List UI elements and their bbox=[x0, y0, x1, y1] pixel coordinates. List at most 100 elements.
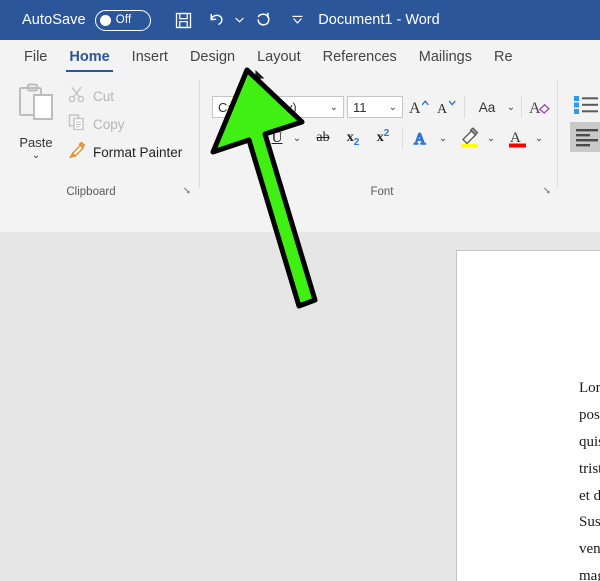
mouse-cursor-icon bbox=[254, 68, 268, 88]
font-sep-3 bbox=[402, 127, 403, 149]
title-bar: AutoSave Off Document1 - Word bbox=[0, 0, 600, 40]
superscript-sup: 2 bbox=[383, 128, 390, 139]
ribbon: Paste ⌄ Cut Copy Format Painter Clipboar… bbox=[0, 74, 600, 203]
ribbon-tab-strip: File Home Insert Design Layout Reference… bbox=[0, 40, 600, 74]
shrink-font-button[interactable]: A bbox=[434, 95, 460, 119]
tab-file[interactable]: File bbox=[13, 40, 58, 74]
change-case-chevron-down-icon[interactable]: ⌄ bbox=[504, 95, 518, 119]
font-sep-1 bbox=[464, 96, 465, 118]
underline-button[interactable]: U bbox=[266, 126, 288, 150]
grow-font-button[interactable]: A bbox=[406, 95, 432, 119]
format-painter-label: Format Painter bbox=[93, 144, 183, 160]
paste-icon bbox=[16, 82, 56, 131]
autosave-label: AutoSave bbox=[22, 12, 86, 28]
font-color-chevron-down-icon[interactable]: ⌄ bbox=[532, 126, 546, 150]
text-effects-chevron-down-icon[interactable]: ⌄ bbox=[436, 126, 450, 150]
strikethrough-label: ab bbox=[316, 130, 330, 145]
align-left-button[interactable] bbox=[570, 122, 600, 152]
quick-access-toolbar bbox=[169, 5, 305, 35]
superscript-button[interactable]: x2 bbox=[370, 126, 396, 150]
document-canvas: Lor pos quis trist et d Sus ven mag bbox=[0, 232, 600, 581]
change-case-button[interactable]: Aa bbox=[470, 95, 504, 119]
paragraph-2[interactable]: Sus ven mag bbox=[579, 509, 600, 581]
clipboard-dialog-launcher[interactable]: ⭨ bbox=[184, 186, 191, 197]
font-name-chevron-down-icon[interactable]: ⌄ bbox=[325, 102, 343, 113]
font-size-chevron-down-icon[interactable]: ⌄ bbox=[384, 102, 402, 113]
customize-qat-icon[interactable] bbox=[291, 5, 305, 35]
font-size-value: 11 bbox=[353, 99, 367, 115]
undo-dropdown-chevron-icon[interactable] bbox=[233, 5, 247, 35]
clipboard-group-label: Clipboard bbox=[66, 186, 116, 198]
tab-home[interactable]: Home bbox=[58, 40, 120, 74]
tab-mailings[interactable]: Mailings bbox=[408, 40, 483, 74]
ribbon-group-font: Calibri (Body) ⌄ 11 ⌄ A A Aa ⌄ A B I U ⌄… bbox=[206, 74, 558, 202]
paste-button[interactable]: Paste ⌄ bbox=[8, 82, 64, 168]
font-group-label: Font bbox=[370, 186, 394, 198]
paragraph-1-line-1: Lor bbox=[579, 380, 600, 396]
paragraph-1[interactable]: Lor pos quis trist et d bbox=[579, 375, 600, 510]
cut-label: Cut bbox=[93, 88, 115, 104]
undo-icon[interactable] bbox=[201, 5, 231, 35]
tab-design[interactable]: Design bbox=[179, 40, 246, 74]
copy-button[interactable]: Copy bbox=[68, 111, 125, 137]
paragraph-1-line-4: trist bbox=[579, 461, 600, 477]
paragraph-2-line-3: mag bbox=[579, 568, 600, 581]
tab-insert[interactable]: Insert bbox=[121, 40, 179, 74]
subscript-sub: 2 bbox=[353, 137, 360, 148]
group-separator-2 bbox=[557, 80, 558, 188]
text-highlight-button[interactable] bbox=[456, 126, 484, 150]
underline-chevron-down-icon[interactable]: ⌄ bbox=[290, 126, 304, 150]
italic-label: I bbox=[248, 129, 254, 146]
superscript-label: x bbox=[376, 130, 384, 145]
subscript-label: x bbox=[346, 130, 354, 145]
italic-button[interactable]: I bbox=[240, 126, 262, 150]
svg-text:A: A bbox=[414, 131, 426, 148]
ruler-strip: 1 bbox=[0, 202, 600, 434]
tab-review[interactable]: Re bbox=[483, 40, 524, 74]
ribbon-group-paragraph bbox=[564, 74, 600, 202]
bold-button[interactable]: B bbox=[214, 126, 236, 150]
font-name-value: Calibri (Body) bbox=[218, 99, 297, 115]
font-size-combobox[interactable]: 11 ⌄ bbox=[347, 96, 403, 118]
bullets-button[interactable] bbox=[572, 92, 600, 116]
paragraph-2-line-1: Sus bbox=[579, 514, 600, 530]
word-application-window: AutoSave Off Document1 - Word File Home … bbox=[0, 0, 600, 581]
paste-label: Paste bbox=[19, 135, 53, 150]
bold-label: B bbox=[219, 129, 230, 146]
format-painter-button[interactable]: Format Painter bbox=[68, 139, 182, 165]
scissors-icon bbox=[68, 85, 86, 108]
text-highlight-chevron-down-icon[interactable]: ⌄ bbox=[484, 126, 498, 150]
font-color-button[interactable]: A bbox=[504, 126, 532, 150]
subscript-button[interactable]: x2 bbox=[340, 126, 366, 150]
clear-formatting-button[interactable]: A bbox=[526, 95, 554, 119]
text-effects-button[interactable]: A bbox=[408, 126, 436, 150]
autosave-toggle[interactable]: Off bbox=[94, 9, 151, 31]
paragraph-1-line-2: pos bbox=[579, 407, 600, 423]
group-separator bbox=[199, 80, 200, 188]
svg-text:A: A bbox=[529, 100, 541, 117]
tab-references[interactable]: References bbox=[312, 40, 408, 74]
cut-button[interactable]: Cut bbox=[68, 83, 114, 109]
font-dialog-launcher[interactable]: ⭨ bbox=[544, 186, 551, 197]
autosave-control[interactable]: AutoSave Off bbox=[22, 9, 151, 31]
ribbon-group-clipboard: Paste ⌄ Cut Copy Format Painter Clipboar… bbox=[0, 74, 200, 202]
svg-text:A: A bbox=[409, 100, 421, 117]
copy-label: Copy bbox=[93, 116, 125, 132]
font-sep-2 bbox=[521, 96, 522, 118]
paragraph-1-line-5: et d bbox=[579, 488, 600, 504]
paragraph-1-line-3: quis bbox=[579, 434, 600, 450]
autosave-state-label: Off bbox=[115, 14, 132, 26]
save-icon[interactable] bbox=[169, 5, 199, 35]
copy-icon bbox=[68, 113, 86, 136]
redo-icon[interactable] bbox=[249, 5, 279, 35]
svg-text:A: A bbox=[437, 102, 448, 117]
paragraph-2-line-2: ven bbox=[579, 541, 600, 557]
document-page[interactable]: Lor pos quis trist et d Sus ven mag bbox=[456, 250, 600, 581]
font-name-combobox[interactable]: Calibri (Body) ⌄ bbox=[212, 96, 344, 118]
change-case-label: Aa bbox=[478, 99, 496, 115]
underline-label: U bbox=[271, 129, 283, 146]
strikethrough-button[interactable]: ab bbox=[310, 126, 336, 150]
paste-chevron-down-icon[interactable]: ⌄ bbox=[32, 151, 40, 161]
autosave-toggle-knob bbox=[99, 14, 111, 26]
paintbrush-icon bbox=[68, 141, 86, 164]
